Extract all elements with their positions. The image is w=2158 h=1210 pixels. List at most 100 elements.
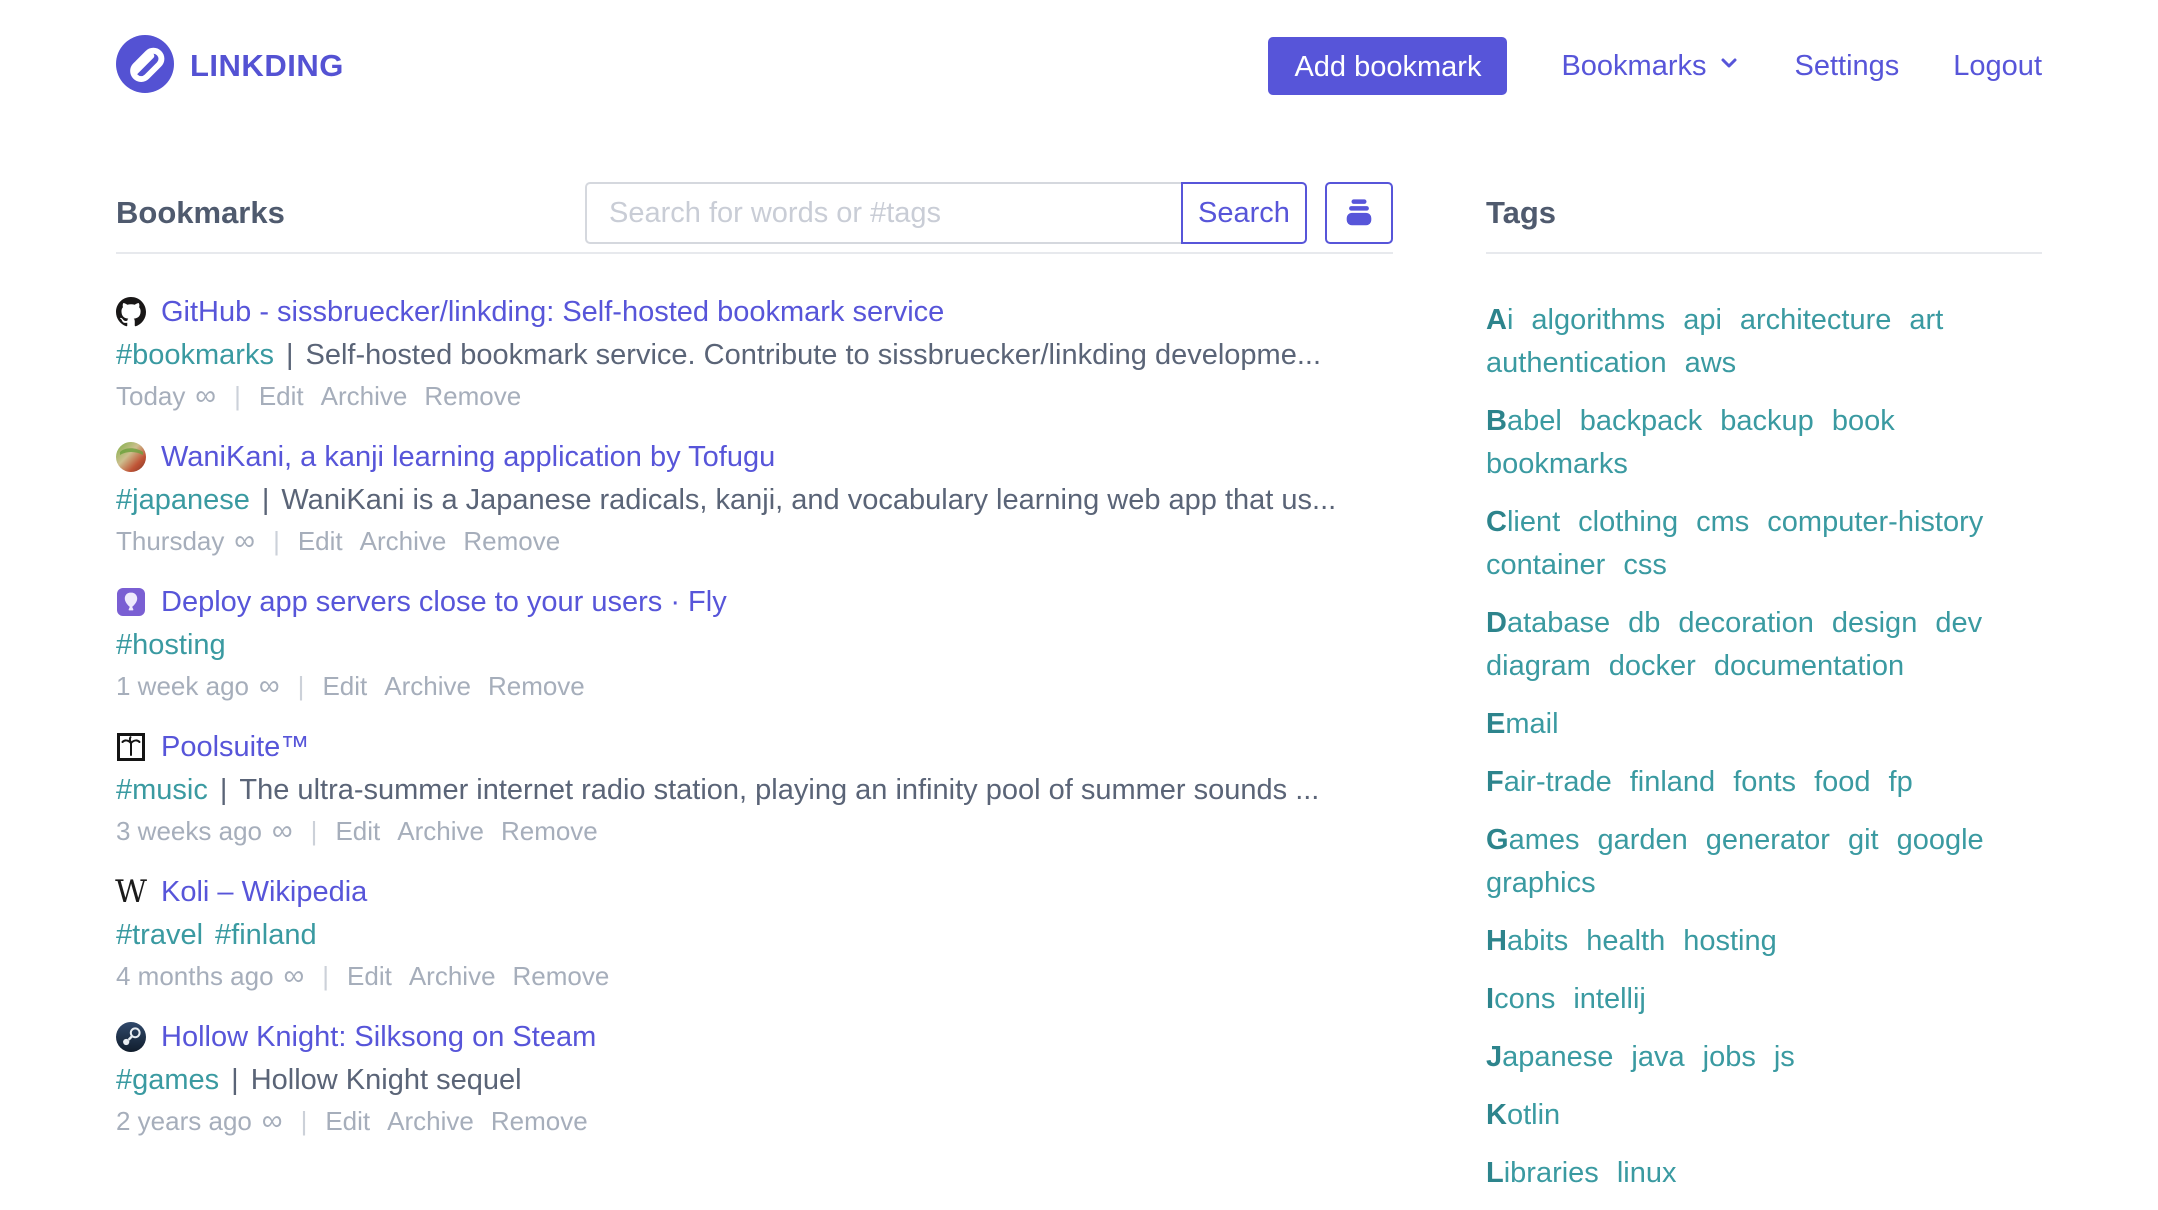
tag-link[interactable]: Email — [1486, 703, 1559, 746]
tag-link[interactable]: google — [1897, 819, 1984, 862]
tag-link[interactable]: hosting — [1683, 920, 1777, 963]
tag-link[interactable]: food — [1814, 761, 1870, 804]
bookmark-title-row: WKoli – Wikipedia — [116, 871, 1393, 913]
tag-link[interactable]: health — [1586, 920, 1665, 963]
meta-separator: | — [298, 667, 305, 705]
bookmark-title[interactable]: WaniKani, a kanji learning application b… — [161, 436, 775, 478]
brand[interactable]: LINKDING — [116, 35, 344, 98]
tag-link[interactable]: Fair-trade — [1486, 761, 1612, 804]
bookmark-tag[interactable]: #music — [116, 774, 208, 806]
tag-link[interactable]: decoration — [1678, 602, 1813, 645]
tag-link[interactable]: Habits — [1486, 920, 1568, 963]
nav-bookmarks-menu[interactable]: Bookmarks — [1561, 50, 1740, 83]
tag-link[interactable]: db — [1628, 602, 1660, 645]
tag-link[interactable]: art — [1909, 299, 1943, 342]
bookmark-title[interactable]: Hollow Knight: Silksong on Steam — [161, 1016, 596, 1058]
web-archive-link[interactable]: ∞ — [284, 957, 305, 995]
bookmark-tag[interactable]: #hosting — [116, 629, 226, 661]
tag-link[interactable]: garden — [1597, 819, 1687, 862]
edit-link[interactable]: Edit — [347, 957, 392, 995]
bookmark-tag[interactable]: #games — [116, 1064, 219, 1096]
tag-link[interactable]: Babel — [1486, 400, 1562, 443]
add-bookmark-button[interactable]: Add bookmark — [1268, 37, 1507, 95]
tag-link[interactable]: fonts — [1733, 761, 1796, 804]
tag-link[interactable]: bookmarks — [1486, 443, 1628, 486]
bookmark-title[interactable]: Koli – Wikipedia — [161, 871, 367, 913]
tag-link[interactable]: design — [1832, 602, 1917, 645]
tag-link[interactable]: docker — [1609, 645, 1696, 688]
steam-icon — [116, 1022, 146, 1052]
nav-logout[interactable]: Logout — [1953, 50, 2042, 83]
tag-link[interactable]: Ai — [1486, 299, 1513, 342]
tag-link[interactable]: Database — [1486, 602, 1610, 645]
archive-link[interactable]: Archive — [384, 667, 471, 705]
edit-link[interactable]: Edit — [259, 377, 304, 415]
search-button[interactable]: Search — [1181, 182, 1307, 244]
bookmark-tag[interactable]: #finland — [215, 919, 317, 951]
web-archive-link[interactable]: ∞ — [259, 667, 280, 705]
wanikani-icon — [116, 442, 146, 472]
tag-link[interactable]: documentation — [1714, 645, 1904, 688]
bookmark-tag[interactable]: #travel — [116, 919, 203, 951]
tag-link[interactable]: backpack — [1580, 400, 1703, 443]
remove-link[interactable]: Remove — [513, 957, 610, 995]
edit-link[interactable]: Edit — [335, 812, 380, 850]
tag-link[interactable]: cms — [1696, 501, 1749, 544]
tag-link[interactable]: book — [1832, 400, 1895, 443]
tag-link[interactable]: Libraries — [1486, 1152, 1599, 1195]
tag-link[interactable]: intellij — [1573, 978, 1646, 1021]
bookmark-title[interactable]: GitHub - sissbruecker/linkding: Self-hos… — [161, 291, 944, 333]
archive-link[interactable]: Archive — [360, 522, 447, 560]
tag-link[interactable]: java — [1631, 1036, 1684, 1079]
archive-link[interactable]: Archive — [387, 1102, 474, 1140]
tag-link[interactable]: diagram — [1486, 645, 1591, 688]
edit-link[interactable]: Edit — [325, 1102, 370, 1140]
tag-link[interactable]: clothing — [1578, 501, 1678, 544]
tag-link[interactable]: api — [1683, 299, 1722, 342]
archive-link[interactable]: Archive — [409, 957, 496, 995]
web-archive-link[interactable]: ∞ — [234, 522, 255, 560]
remove-link[interactable]: Remove — [424, 377, 521, 415]
remove-link[interactable]: Remove — [491, 1102, 588, 1140]
tag-link[interactable]: git — [1848, 819, 1879, 862]
search-input[interactable] — [585, 182, 1183, 244]
tag-link[interactable]: Icons — [1486, 978, 1555, 1021]
tag-link[interactable]: graphics — [1486, 862, 1596, 905]
tag-link[interactable]: Games — [1486, 819, 1579, 862]
archived-bookmarks-button[interactable] — [1325, 182, 1393, 244]
tag-link[interactable]: css — [1623, 544, 1667, 587]
tag-link[interactable]: Kotlin — [1486, 1094, 1560, 1137]
archive-link[interactable]: Archive — [397, 812, 484, 850]
remove-link[interactable]: Remove — [488, 667, 585, 705]
tag-link[interactable]: architecture — [1740, 299, 1892, 342]
tag-link[interactable]: jobs — [1703, 1036, 1756, 1079]
tag-link[interactable]: backup — [1720, 400, 1814, 443]
bookmark-tag[interactable]: #bookmarks — [116, 339, 274, 371]
web-archive-link[interactable]: ∞ — [272, 812, 293, 850]
tag-link[interactable]: container — [1486, 544, 1605, 587]
bookmark-tag[interactable]: #japanese — [116, 484, 250, 516]
remove-link[interactable]: Remove — [463, 522, 560, 560]
bookmark-title[interactable]: Deploy app servers close to your users ·… — [161, 581, 727, 623]
tag-link[interactable]: aws — [1685, 342, 1737, 385]
tag-link[interactable]: fp — [1889, 761, 1913, 804]
web-archive-link[interactable]: ∞ — [195, 377, 216, 415]
tag-link[interactable]: Client — [1486, 501, 1560, 544]
tag-link[interactable]: authentication — [1486, 342, 1667, 385]
edit-link[interactable]: Edit — [322, 667, 367, 705]
tag-link[interactable]: finland — [1630, 761, 1715, 804]
archive-link[interactable]: Archive — [321, 377, 408, 415]
tag-link[interactable]: computer-history — [1767, 501, 1983, 544]
tag-link[interactable]: Japanese — [1486, 1036, 1613, 1079]
tag-group-letter: K — [1486, 1099, 1507, 1131]
remove-link[interactable]: Remove — [501, 812, 598, 850]
web-archive-link[interactable]: ∞ — [262, 1102, 283, 1140]
tag-link[interactable]: js — [1774, 1036, 1795, 1079]
tag-link[interactable]: algorithms — [1531, 299, 1665, 342]
nav-settings[interactable]: Settings — [1795, 50, 1900, 83]
tag-link[interactable]: linux — [1617, 1152, 1677, 1195]
tag-link[interactable]: generator — [1706, 819, 1830, 862]
bookmark-title[interactable]: Poolsuite™ — [161, 726, 309, 768]
edit-link[interactable]: Edit — [298, 522, 343, 560]
tag-link[interactable]: dev — [1935, 602, 1982, 645]
